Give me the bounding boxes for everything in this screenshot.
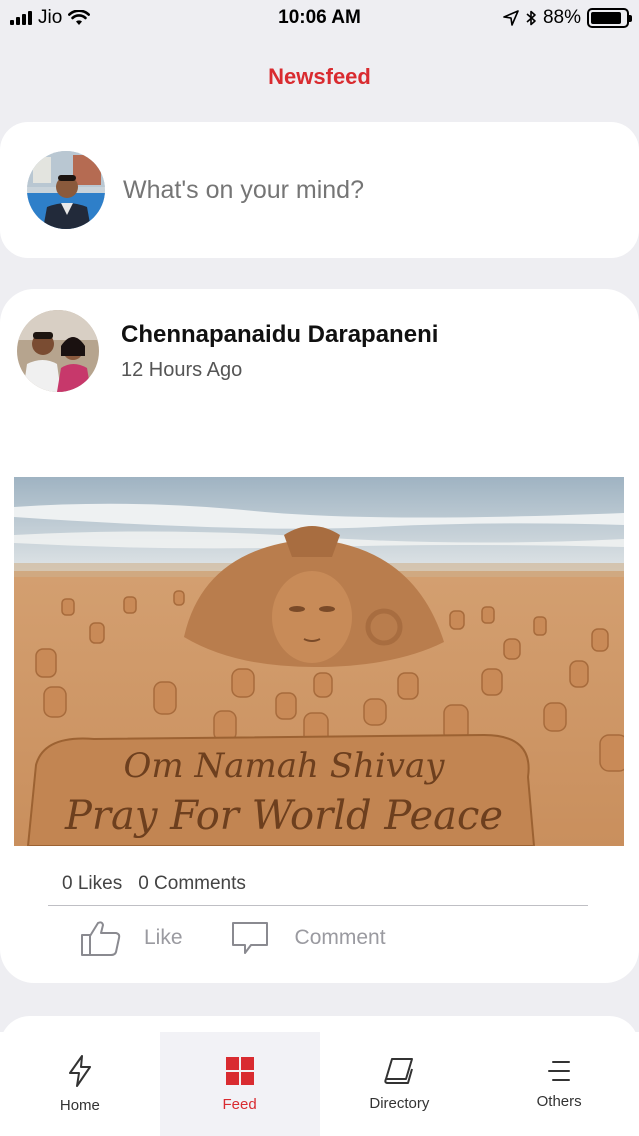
page-title: Newsfeed [268, 64, 371, 89]
post-timestamp: 12 Hours Ago [121, 358, 243, 381]
post-meta: Chennapanaidu Darapaneni 12 Hours Ago [121, 321, 438, 382]
stats-divider [48, 905, 588, 906]
post-composer [0, 122, 639, 258]
tab-directory-label: Directory [369, 1094, 430, 1112]
tab-others-label: Others [536, 1092, 582, 1110]
tab-directory[interactable]: Directory [320, 1032, 480, 1136]
post-header: Chennapanaidu Darapaneni 12 Hours Ago [17, 310, 438, 392]
tab-feed[interactable]: Feed [159, 1032, 320, 1136]
like-button[interactable]: Like [80, 919, 183, 957]
post-card: Chennapanaidu Darapaneni 12 Hours Ago Om… [0, 289, 639, 983]
signal-icon [10, 11, 32, 25]
tab-bar: Home Feed Directory Others [0, 1032, 639, 1136]
tab-others[interactable]: Others [479, 1032, 639, 1136]
post-image[interactable]: Om Namah Shivay Pray For World Peace [14, 477, 624, 846]
carrier-name: Jio [38, 7, 63, 28]
post-stats: 0 Likes 0 Comments [62, 873, 246, 895]
comment-button[interactable]: Comment [231, 921, 386, 955]
tab-feed-label: Feed [222, 1095, 257, 1113]
likes-count[interactable]: 0 Likes [62, 873, 122, 895]
post-author[interactable]: Chennapanaidu Darapaneni [121, 321, 438, 349]
comment-label: Comment [294, 926, 386, 949]
thumbs-up-icon [81, 921, 121, 956]
post-actions: Like Comment [80, 919, 386, 957]
book-icon [384, 1057, 414, 1084]
grid-icon [225, 1056, 254, 1085]
image-caption-line2: Pray For World Peace [64, 793, 503, 839]
menu-icon [548, 1060, 571, 1081]
tab-home-label: Home [59, 1096, 100, 1114]
wifi-icon [68, 10, 91, 25]
status-bar: Jio 10:06 AM 88% [0, 0, 639, 36]
location-arrow-icon [503, 10, 519, 26]
tab-home[interactable]: Home [0, 1032, 160, 1136]
image-caption-line1: Om Namah Shivay [124, 746, 446, 786]
like-label: Like [144, 926, 183, 949]
author-avatar[interactable] [17, 310, 99, 392]
status-input[interactable] [123, 170, 563, 210]
user-avatar[interactable] [27, 151, 105, 229]
comment-bubble-icon [231, 922, 268, 954]
battery-icon [587, 8, 632, 28]
status-right: 88% [503, 7, 632, 29]
comments-count[interactable]: 0 Comments [138, 873, 246, 895]
battery-percent: 88% [542, 7, 581, 28]
bolt-icon [68, 1054, 91, 1087]
bluetooth-icon [526, 10, 536, 26]
status-left: Jio [10, 7, 91, 29]
battery-fill [591, 12, 621, 24]
